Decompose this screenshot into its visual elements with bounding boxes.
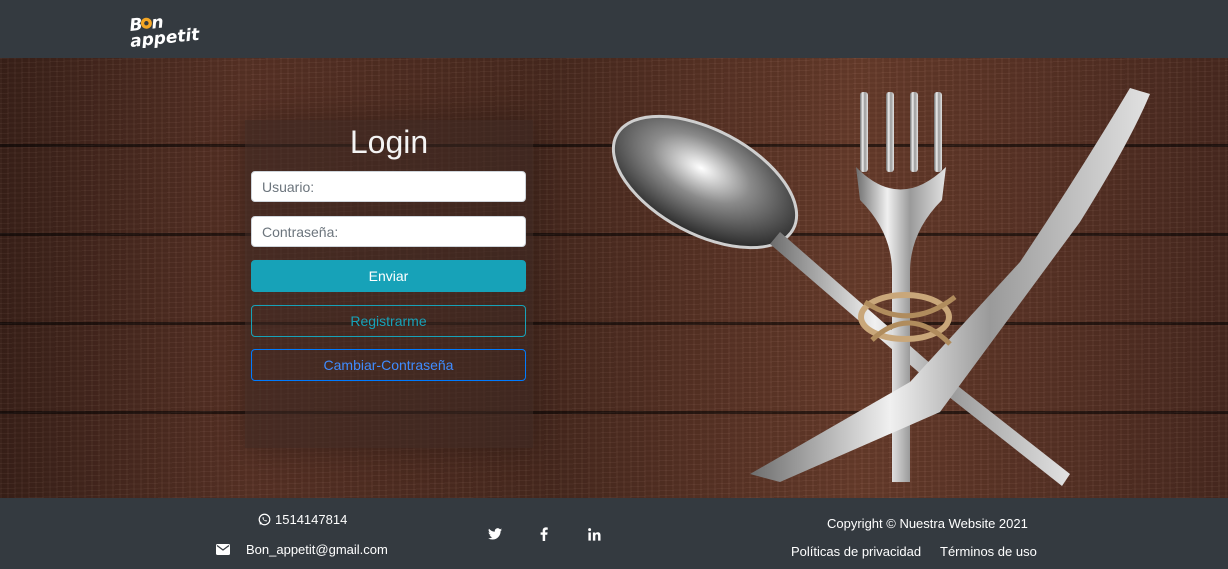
linkedin-link[interactable] bbox=[584, 524, 604, 544]
envelope-icon bbox=[216, 544, 230, 555]
brand-logo[interactable]: B n appetit bbox=[128, 8, 208, 51]
twitter-icon bbox=[488, 528, 502, 540]
facebook-icon bbox=[540, 527, 548, 541]
privacy-policy-link[interactable]: Políticas de privacidad bbox=[791, 544, 921, 559]
linkedin-icon bbox=[587, 527, 601, 541]
password-input[interactable] bbox=[251, 216, 526, 247]
email-address: Bon_appetit@gmail.com bbox=[246, 542, 388, 557]
register-button[interactable]: Registrarme bbox=[251, 305, 526, 337]
footer: 1514147814 Bon_appetit@gmail.com Copyrig… bbox=[0, 498, 1228, 569]
login-title: Login bbox=[349, 124, 429, 160]
terms-of-use-link[interactable]: Términos de uso bbox=[940, 544, 1037, 559]
twitter-link[interactable] bbox=[485, 524, 505, 544]
phone-number: 1514147814 bbox=[275, 512, 348, 527]
facebook-link[interactable] bbox=[534, 524, 554, 544]
submit-button[interactable]: Enviar bbox=[251, 260, 526, 292]
navbar: B n appetit bbox=[0, 0, 1228, 58]
copyright-text: Copyright © Nuestra Website 2021 bbox=[827, 516, 1028, 531]
email-contact[interactable]: Bon_appetit@gmail.com bbox=[216, 542, 388, 557]
change-password-button[interactable]: Cambiar-Contraseña bbox=[251, 349, 526, 381]
phone-contact[interactable]: 1514147814 bbox=[258, 512, 347, 527]
whatsapp-icon bbox=[258, 513, 271, 526]
username-input[interactable] bbox=[251, 171, 526, 202]
